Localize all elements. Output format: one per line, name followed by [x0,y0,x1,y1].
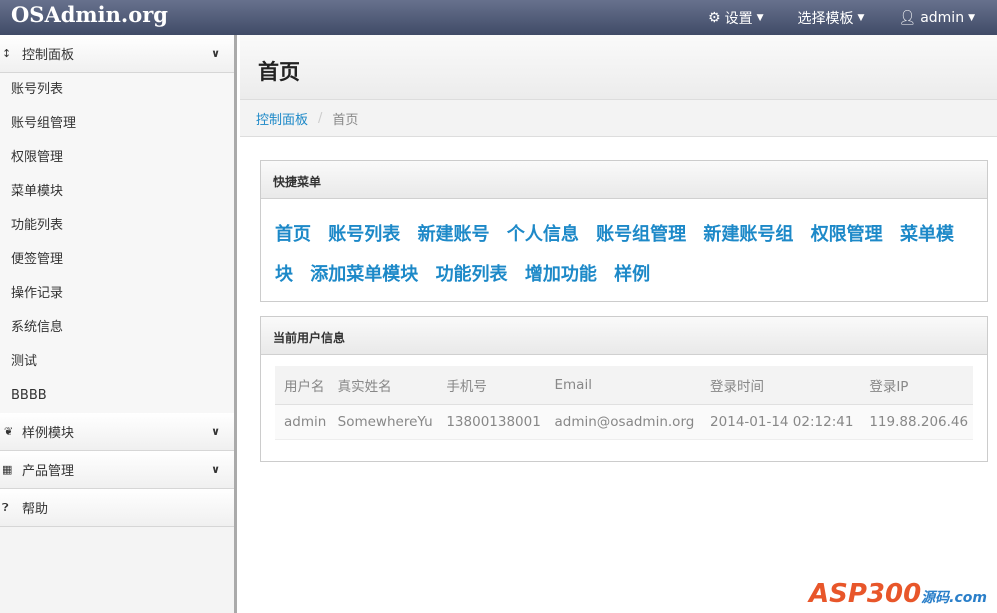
sidebar-item[interactable]: 便签管理 [0,243,234,277]
panel-title: 当前用户信息 [261,317,987,355]
caret-down-icon: ▼ [968,12,975,23]
sidebar-item[interactable]: 功能列表 [0,209,234,243]
table-cell: admin [275,404,329,440]
page-title: 首页 [240,35,997,100]
sidebar-item[interactable]: 操作记录 [0,277,234,311]
chevron-down-icon: ∨ [211,47,220,60]
breadcrumb-current: 首页 [332,112,359,128]
table-cell: 119.88.206.46 [860,404,973,440]
caret-down-icon: ▼ [756,12,764,23]
quick-link[interactable]: 功能列表 [436,264,508,285]
quick-link[interactable]: 添加菜单模块 [310,264,418,285]
quick-menu-panel: 快捷菜单 首页 账号列表 新建账号 个人信息 账号组管理 新建账号组 权限管理 … [260,160,988,302]
quick-link[interactable]: 个人信息 [507,224,579,245]
main-content: 首页 控制面板 / 首页 快捷菜单 首页 账号列表 新建账号 个人信息 账号组管理 … [240,35,997,613]
table-cell: 2014-01-14 02:12:41 [701,404,861,440]
sidebar-item[interactable]: 菜单模块 [0,175,234,209]
section-label: 帮助 [22,502,49,517]
breadcrumb-link[interactable]: 控制面板 [256,109,308,128]
question-icon: ❓︎ [2,500,9,514]
chevron-down-icon: ∨ [211,425,220,438]
sidebar-item[interactable]: 账号列表 [0,73,234,107]
breadcrumb-separator: / [318,110,323,126]
user-label: admin [920,9,965,26]
quick-link[interactable]: 权限管理 [811,224,883,245]
column-header: 手机号 [437,366,546,405]
breadcrumb: 控制面板 / 首页 [240,100,997,137]
sidebar-item[interactable]: 系统信息 [0,311,234,345]
grid-icon: ▦ [2,463,13,476]
sidebar-item[interactable]: 测试 [0,345,234,379]
caret-down-icon: ▼ [857,12,865,23]
column-header: 真实姓名 [328,366,438,405]
table-cell: admin@osadmin.org [545,404,702,440]
column-header: 登录IP [860,366,973,405]
quick-link[interactable]: 新建账号组 [703,224,793,245]
sidebar-item[interactable]: BBBB [0,379,234,413]
sidebar-section-sample[interactable]: ❦ 样例模块 ∨ [0,413,234,451]
section-label: 产品管理 [22,464,75,479]
quick-link[interactable]: 样例 [614,264,650,285]
leaf-icon: ❦ [4,425,14,438]
quick-link[interactable]: 增加功能 [525,264,597,285]
sidebar-item[interactable]: 账号组管理 [0,107,234,141]
panel-title: 快捷菜单 [261,161,987,199]
table-row: admin SomewhereYu 13800138001 admin@osadmin… [275,404,973,440]
section-label: 样例模块 [22,426,75,441]
user-menu[interactable]: 👤︎ admin ▼ [898,10,975,26]
sort-icon: ↕ [2,47,12,60]
watermark-logo: ASP300源码.com [808,579,987,609]
section-label: 控制面板 [22,48,75,63]
gear-icon: ⚙ [708,9,721,26]
navbar: OSAdmin.org ⚙ 设置 ▼ 选择模板 ▼ 👤︎ admin ▼ [0,0,997,35]
quick-link[interactable]: 账号列表 [328,224,400,245]
user-icon: 👤︎ [898,9,917,26]
brand-logo[interactable]: OSAdmin.org [11,2,168,27]
sidebar-section-product[interactable]: ▦ 产品管理 ∨ [0,451,234,489]
chevron-down-icon: ∨ [211,463,220,476]
settings-label: 设置 [724,10,753,27]
quick-link[interactable]: 新建账号 [418,224,490,245]
column-header: 用户名 [275,366,329,405]
column-header: Email [545,366,702,405]
quick-link[interactable]: 首页 [275,224,311,245]
sidebar-item[interactable]: 权限管理 [0,141,234,175]
template-menu[interactable]: 选择模板 ▼ [798,8,865,28]
settings-menu[interactable]: ⚙ 设置 ▼ [708,8,763,28]
sidebar-section-control[interactable]: ↕ 控制面板 ∨ [0,35,234,73]
quick-link[interactable]: 账号组管理 [596,224,686,245]
table-cell: 13800138001 [437,404,546,440]
user-info-table: 用户名 真实姓名 手机号 Email 登录时间 登录IP admin SomewhereYu 1… [275,366,973,440]
sidebar-section-help[interactable]: ❓︎ 帮助 [0,489,234,527]
sidebar: ↕ 控制面板 ∨ 账号列表 账号组管理 权限管理 菜单模块 功能列表 便签管理 操作记录 系统信息… [0,35,237,613]
template-label: 选择模板 [797,10,854,27]
user-info-panel: 当前用户信息 用户名 真实姓名 手机号 Email 登录时间 登录IP admin Somew… [260,316,988,462]
table-cell: SomewhereYu [328,404,438,440]
quick-links: 首页 账号列表 新建账号 个人信息 账号组管理 新建账号组 权限管理 菜单模块 … [261,199,987,305]
column-header: 登录时间 [701,366,861,405]
